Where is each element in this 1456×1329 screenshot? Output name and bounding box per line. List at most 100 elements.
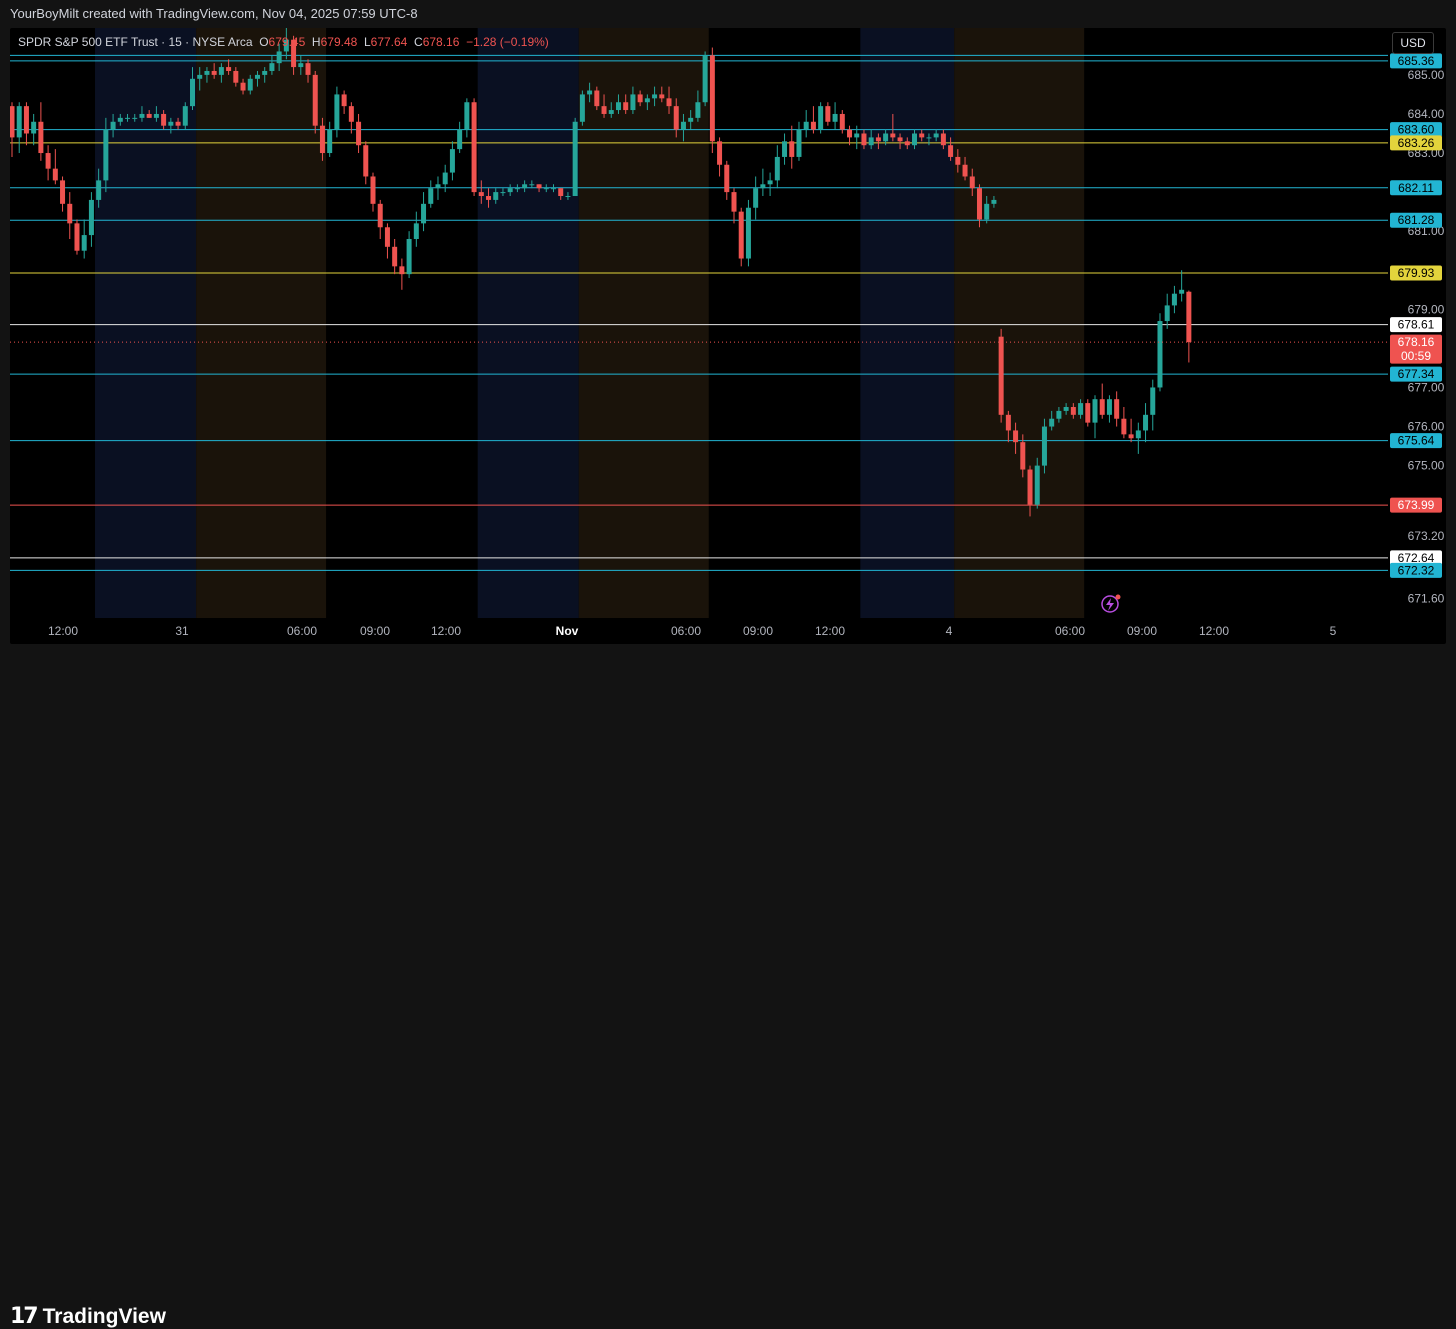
candle-body bbox=[680, 121, 686, 130]
alert-dot bbox=[1115, 594, 1121, 600]
candle-body bbox=[298, 63, 304, 68]
candle-body bbox=[637, 94, 643, 103]
candle-body bbox=[392, 246, 398, 267]
level-price-label: 675.64 bbox=[1398, 434, 1435, 448]
price-axis-label: 673.20 bbox=[1408, 529, 1445, 543]
tradingview-logo-icon: 17 bbox=[10, 1304, 39, 1329]
candle-body bbox=[695, 102, 701, 118]
candle-body bbox=[240, 82, 246, 91]
candle-body bbox=[717, 141, 723, 165]
candle-body bbox=[825, 106, 831, 122]
candle-body bbox=[854, 133, 860, 138]
candle-body bbox=[912, 133, 917, 146]
candle-body bbox=[139, 113, 145, 118]
candle-body bbox=[190, 78, 195, 107]
candle-body bbox=[1085, 403, 1091, 423]
candle-body bbox=[984, 203, 990, 220]
candle-body bbox=[803, 121, 809, 130]
candle-body bbox=[883, 133, 889, 142]
candle-body bbox=[688, 117, 694, 122]
legend-part: 679.45 bbox=[269, 35, 312, 49]
candle-body bbox=[341, 94, 347, 107]
candle-body bbox=[1063, 407, 1069, 411]
time-axis-label: 09:00 bbox=[743, 624, 773, 638]
candle-body bbox=[615, 102, 621, 111]
candle-body bbox=[652, 94, 658, 99]
candle-body bbox=[493, 192, 499, 200]
candle-body bbox=[601, 106, 607, 114]
candle-body bbox=[52, 168, 58, 181]
candle-body bbox=[428, 188, 434, 204]
candle-body bbox=[551, 188, 556, 190]
candle-body bbox=[363, 145, 369, 177]
price-axis-label: 679.00 bbox=[1408, 302, 1445, 316]
candle-body bbox=[226, 67, 232, 71]
candle-body bbox=[1020, 442, 1026, 470]
tradingview-logo[interactable]: 17 TradingView bbox=[10, 1304, 166, 1329]
time-axis-label: 06:00 bbox=[1055, 624, 1085, 638]
candle-body bbox=[348, 106, 354, 122]
candle-body bbox=[738, 211, 744, 259]
candle-body bbox=[926, 137, 932, 139]
candle-body bbox=[782, 141, 788, 157]
candle-body bbox=[16, 106, 22, 138]
session-shade-afterhours bbox=[196, 28, 327, 618]
time-axis-label: 06:00 bbox=[287, 624, 317, 638]
candle-body bbox=[478, 192, 484, 197]
candle-body bbox=[384, 227, 390, 247]
candle-body bbox=[413, 223, 419, 239]
candle-body bbox=[1121, 418, 1127, 435]
attribution-text: YourBoyMilt created with TradingView.com… bbox=[10, 6, 418, 21]
ohlc-legend: SPDR S&P 500 ETF Trust · 15 · NYSE Arca … bbox=[18, 35, 549, 49]
candle-body bbox=[514, 188, 520, 190]
candle-body bbox=[774, 156, 780, 181]
candle-body bbox=[327, 129, 333, 154]
candle-body bbox=[88, 199, 94, 236]
candle-body bbox=[875, 137, 881, 142]
candle-body bbox=[1027, 469, 1033, 505]
legend-part: O bbox=[259, 35, 268, 49]
candle-body bbox=[955, 156, 961, 165]
price-axis-label: 685.00 bbox=[1408, 68, 1445, 82]
candle-body bbox=[132, 117, 138, 119]
candle-body bbox=[745, 207, 751, 259]
candle-body bbox=[709, 55, 715, 142]
level-price-label: 681.28 bbox=[1398, 213, 1435, 227]
candle-body bbox=[247, 78, 253, 91]
candle-body bbox=[1034, 465, 1040, 505]
candle-body bbox=[254, 74, 260, 79]
chart-panel[interactable]: 685.00 684.00 683.00 681.00 679.00 677.00 676.… bbox=[10, 28, 1446, 644]
candle-body bbox=[753, 188, 759, 208]
time-axis-label: 09:00 bbox=[1127, 624, 1157, 638]
candle-body bbox=[370, 176, 376, 204]
session-shade-afterhours bbox=[578, 28, 709, 618]
price-chart[interactable]: 685.00684.00683.00681.00679.00677.00676.… bbox=[10, 28, 1446, 644]
candle-body bbox=[464, 102, 470, 130]
candle-body bbox=[522, 184, 528, 189]
candle-body bbox=[442, 172, 448, 185]
currency-button[interactable]: USD bbox=[1392, 32, 1434, 54]
candle-body bbox=[558, 188, 564, 197]
lightning-alert-icon bbox=[1101, 594, 1121, 613]
candle-body bbox=[991, 199, 997, 204]
candle-body bbox=[976, 188, 982, 220]
candle-body bbox=[933, 133, 939, 138]
time-axis-label: 12:00 bbox=[1199, 624, 1229, 638]
candle-body bbox=[767, 180, 773, 185]
time-axis-label: 12:00 bbox=[815, 624, 845, 638]
legend-part: 678.16 bbox=[423, 35, 466, 49]
candle-body bbox=[673, 106, 679, 130]
level-price-label: 678.61 bbox=[1398, 318, 1435, 332]
candle-body bbox=[486, 196, 492, 200]
candle-body bbox=[1186, 291, 1192, 343]
candle-body bbox=[31, 121, 37, 134]
price-axis-label: 675.00 bbox=[1408, 459, 1445, 473]
candle-body bbox=[919, 133, 925, 138]
session-shade-afterhours bbox=[954, 28, 1085, 618]
candle-body bbox=[182, 106, 188, 126]
candle-body bbox=[74, 223, 80, 251]
candle-body bbox=[529, 184, 535, 186]
candle-body bbox=[421, 203, 427, 224]
candle-body bbox=[897, 137, 903, 142]
candle-body bbox=[630, 94, 636, 111]
